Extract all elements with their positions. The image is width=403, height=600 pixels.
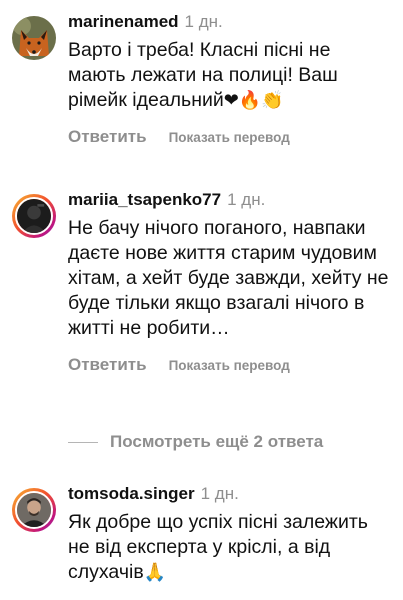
comment-text: Як добре що успіх пісні залежить не від …	[68, 510, 393, 585]
comment-username[interactable]: marinenamed	[68, 12, 179, 31]
avatar-image	[15, 491, 53, 529]
view-more-replies-label: Посмотреть ещё 2 ответа	[110, 432, 324, 451]
view-more-replies[interactable]: Посмотреть ещё 2 ответа	[68, 432, 323, 452]
avatar-image	[15, 197, 53, 235]
reply-button[interactable]: Ответить	[68, 355, 147, 374]
comment-time: 1 дн.	[227, 190, 266, 209]
man-profile-avatar[interactable]	[12, 488, 56, 532]
comments-thread: marinenamed 1 дн. Варто і треба! Класні п…	[0, 0, 403, 600]
show-translation-button[interactable]: Показать перевод	[169, 358, 290, 373]
comment-body: mariia_tsapenko77 1 дн. Не бачу нічого по…	[68, 190, 393, 375]
man-profile-avatar-icon	[17, 493, 51, 527]
comment-time: 1 дн.	[184, 12, 223, 31]
comment-header: tomsoda.singer 1 дн.	[68, 484, 393, 504]
comment-actions: Ответить Показать перевод	[68, 127, 393, 147]
comment-username[interactable]: tomsoda.singer	[68, 484, 195, 503]
dark-profile-avatar-icon	[17, 199, 51, 233]
comment-text: Не бачу нічого поганого, навпаки даєте н…	[68, 217, 389, 339]
dark-profile-avatar[interactable]	[12, 194, 56, 238]
comment-actions: Ответить Показать перевод	[68, 355, 393, 375]
reply-button[interactable]: Ответить	[68, 127, 147, 146]
comment-text-content: Варто і треба! Класні пісні не мають леж…	[68, 39, 338, 111]
comment-text: Варто і треба! Класні пісні не мають леж…	[68, 38, 393, 113]
comment-username[interactable]: mariia_tsapenko77	[68, 190, 221, 209]
comment-header: marinenamed 1 дн.	[68, 12, 393, 32]
comment-body: marinenamed 1 дн. Варто і треба! Класні п…	[68, 12, 393, 147]
fox-avatar[interactable]	[12, 16, 56, 60]
fox-avatar-icon	[12, 16, 56, 60]
show-translation-button[interactable]: Показать перевод	[169, 130, 290, 145]
comment-text-content: Як добре що успіх пісні залежить не від …	[68, 511, 368, 583]
comment-emoji: ❤🔥👏	[223, 90, 284, 111]
comment-body: tomsoda.singer 1 дн. Як добре що успіх пі…	[68, 484, 393, 585]
divider-line	[68, 441, 98, 443]
comment-header: mariia_tsapenko77 1 дн.	[68, 190, 393, 210]
comment-time: 1 дн.	[200, 484, 239, 503]
comment-emoji: 🙏	[143, 562, 167, 583]
